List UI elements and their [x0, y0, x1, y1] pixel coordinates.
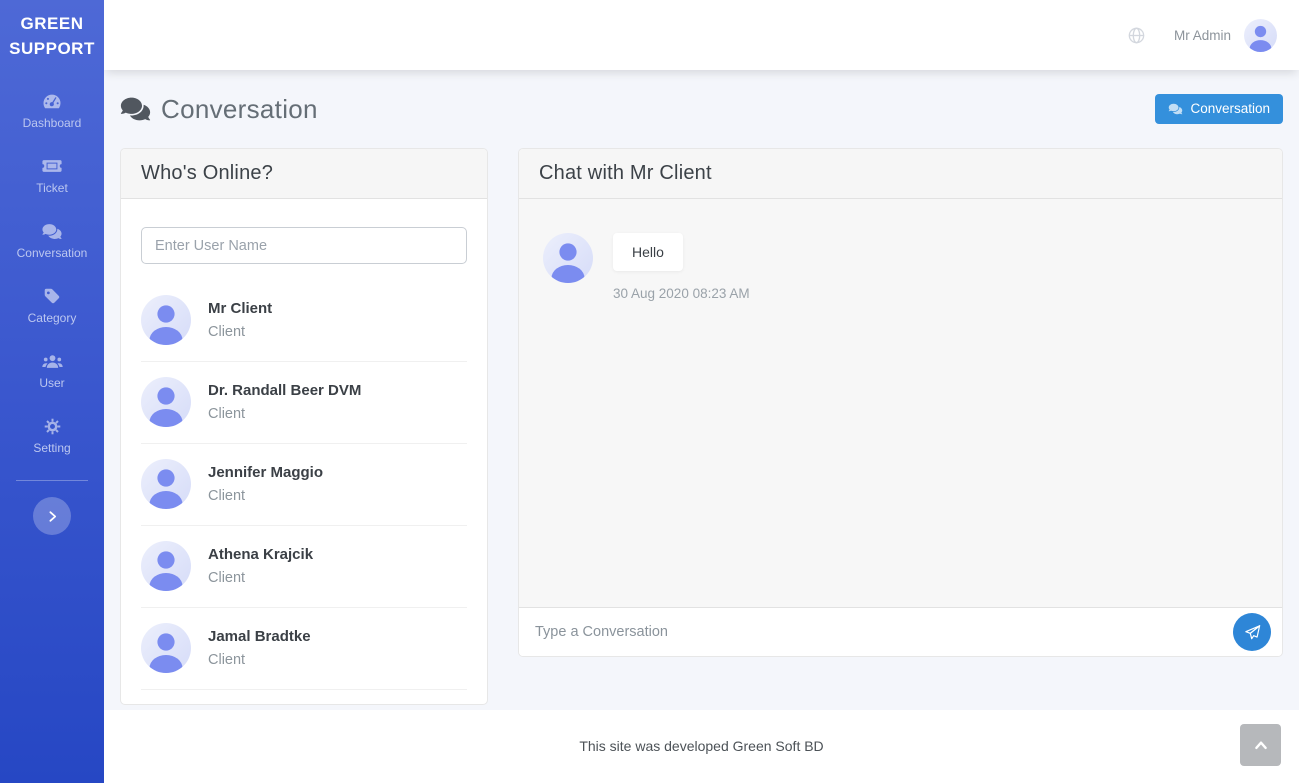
page-footer: This site was developed Green Soft BD	[104, 710, 1299, 783]
sidebar-item-setting[interactable]: Setting	[0, 404, 104, 469]
chat-message: Hello 30 Aug 2020 08:23 AM	[543, 233, 1258, 301]
sidebar-item-ticket[interactable]: Ticket	[0, 144, 104, 209]
sidebar-nav: Dashboard Ticket Conversation Category U…	[0, 79, 104, 469]
whos-online-card: Who's Online? Mr Client Client	[120, 148, 488, 705]
tachometer-icon	[42, 92, 62, 110]
sidebar-item-label: User	[39, 376, 64, 390]
chat-message-area: Hello 30 Aug 2020 08:23 AM	[519, 199, 1282, 607]
topbar: Mr Admin	[104, 0, 1299, 70]
main-content: Conversation Conversation Who's Online?	[104, 70, 1299, 710]
users-icon	[42, 352, 63, 370]
scroll-to-top-button[interactable]	[1240, 724, 1281, 766]
chat-card: Chat with Mr Client Hello 30 Aug 2020 08…	[518, 148, 1283, 657]
page-title: Conversation	[161, 94, 1155, 125]
user-name: Jennifer Maggio	[208, 464, 323, 481]
user-name: Athena Krajcik	[208, 546, 313, 563]
chevron-up-icon	[1254, 740, 1268, 750]
online-user-list: Mr Client Client Dr. Randall Beer DVM Cl…	[141, 280, 467, 690]
sidebar-item-label: Setting	[33, 441, 70, 455]
user-avatar-icon	[141, 541, 191, 591]
list-item[interactable]: Athena Krajcik Client	[141, 526, 467, 608]
user-avatar-icon	[543, 233, 593, 283]
user-search-input[interactable]	[141, 227, 467, 264]
send-button[interactable]	[1233, 613, 1271, 651]
user-name: Jamal Bradtke	[208, 628, 311, 645]
chat-header: Chat with Mr Client	[519, 149, 1282, 199]
user-name: Mr Client	[208, 300, 272, 317]
user-avatar-icon	[1244, 19, 1277, 52]
comments-icon	[120, 96, 151, 122]
sidebar-toggle-button[interactable]	[33, 497, 71, 535]
user-avatar-icon	[141, 377, 191, 427]
gear-icon	[44, 417, 61, 435]
sidebar: GREEN SUPPORT Dashboard Ticket Conversat…	[0, 0, 104, 783]
list-item[interactable]: Mr Client Client	[141, 280, 467, 362]
comments-icon	[1168, 103, 1183, 115]
sidebar-item-label: Conversation	[17, 246, 88, 260]
language-button[interactable]	[1128, 27, 1145, 44]
user-avatar[interactable]	[1244, 19, 1277, 52]
page-title-row: Conversation Conversation	[104, 70, 1299, 148]
topbar-username[interactable]: Mr Admin	[1174, 28, 1231, 43]
user-avatar-icon	[141, 459, 191, 509]
list-item[interactable]: Jennifer Maggio Client	[141, 444, 467, 526]
list-item[interactable]: Dr. Randall Beer DVM Client	[141, 362, 467, 444]
comments-icon	[42, 222, 62, 240]
sidebar-item-label: Ticket	[36, 181, 68, 195]
app-logo[interactable]: GREEN SUPPORT	[9, 11, 95, 61]
user-role: Client	[208, 488, 323, 504]
chat-input-row	[519, 607, 1282, 656]
sidebar-item-category[interactable]: Category	[0, 274, 104, 339]
app-logo-line2: SUPPORT	[9, 36, 95, 61]
sidebar-item-label: Category	[28, 311, 77, 325]
user-role: Client	[208, 652, 311, 668]
paper-plane-icon	[1243, 623, 1262, 642]
sidebar-item-user[interactable]: User	[0, 339, 104, 404]
sidebar-item-dashboard[interactable]: Dashboard	[0, 79, 104, 144]
tag-icon	[44, 287, 60, 305]
whos-online-header: Who's Online?	[121, 149, 487, 199]
message-timestamp: 30 Aug 2020 08:23 AM	[613, 286, 750, 301]
chevron-right-icon	[46, 510, 59, 523]
ticket-icon	[42, 157, 62, 175]
globe-icon	[1128, 27, 1145, 44]
whos-online-body: Mr Client Client Dr. Randall Beer DVM Cl…	[121, 199, 487, 690]
chat-message-input[interactable]	[535, 624, 1233, 640]
message-content: Hello 30 Aug 2020 08:23 AM	[613, 233, 750, 301]
conversation-button[interactable]: Conversation	[1155, 94, 1283, 124]
sidebar-item-conversation[interactable]: Conversation	[0, 209, 104, 274]
chat-title: Chat with Mr Client	[539, 162, 1262, 185]
conversation-button-label: Conversation	[1190, 101, 1270, 116]
sidebar-divider	[16, 480, 88, 481]
user-role: Client	[208, 324, 272, 340]
whos-online-title: Who's Online?	[141, 162, 467, 185]
cards-row: Who's Online? Mr Client Client	[104, 148, 1299, 705]
user-avatar-icon	[141, 295, 191, 345]
sidebar-item-label: Dashboard	[23, 116, 82, 130]
user-role: Client	[208, 406, 361, 422]
list-item[interactable]: Jamal Bradtke Client	[141, 608, 467, 690]
app-logo-line1: GREEN	[9, 11, 95, 36]
message-bubble: Hello	[613, 233, 683, 271]
user-name: Dr. Randall Beer DVM	[208, 382, 361, 399]
footer-credit: This site was developed Green Soft BD	[104, 710, 1299, 754]
user-role: Client	[208, 570, 313, 586]
user-avatar-icon	[141, 623, 191, 673]
